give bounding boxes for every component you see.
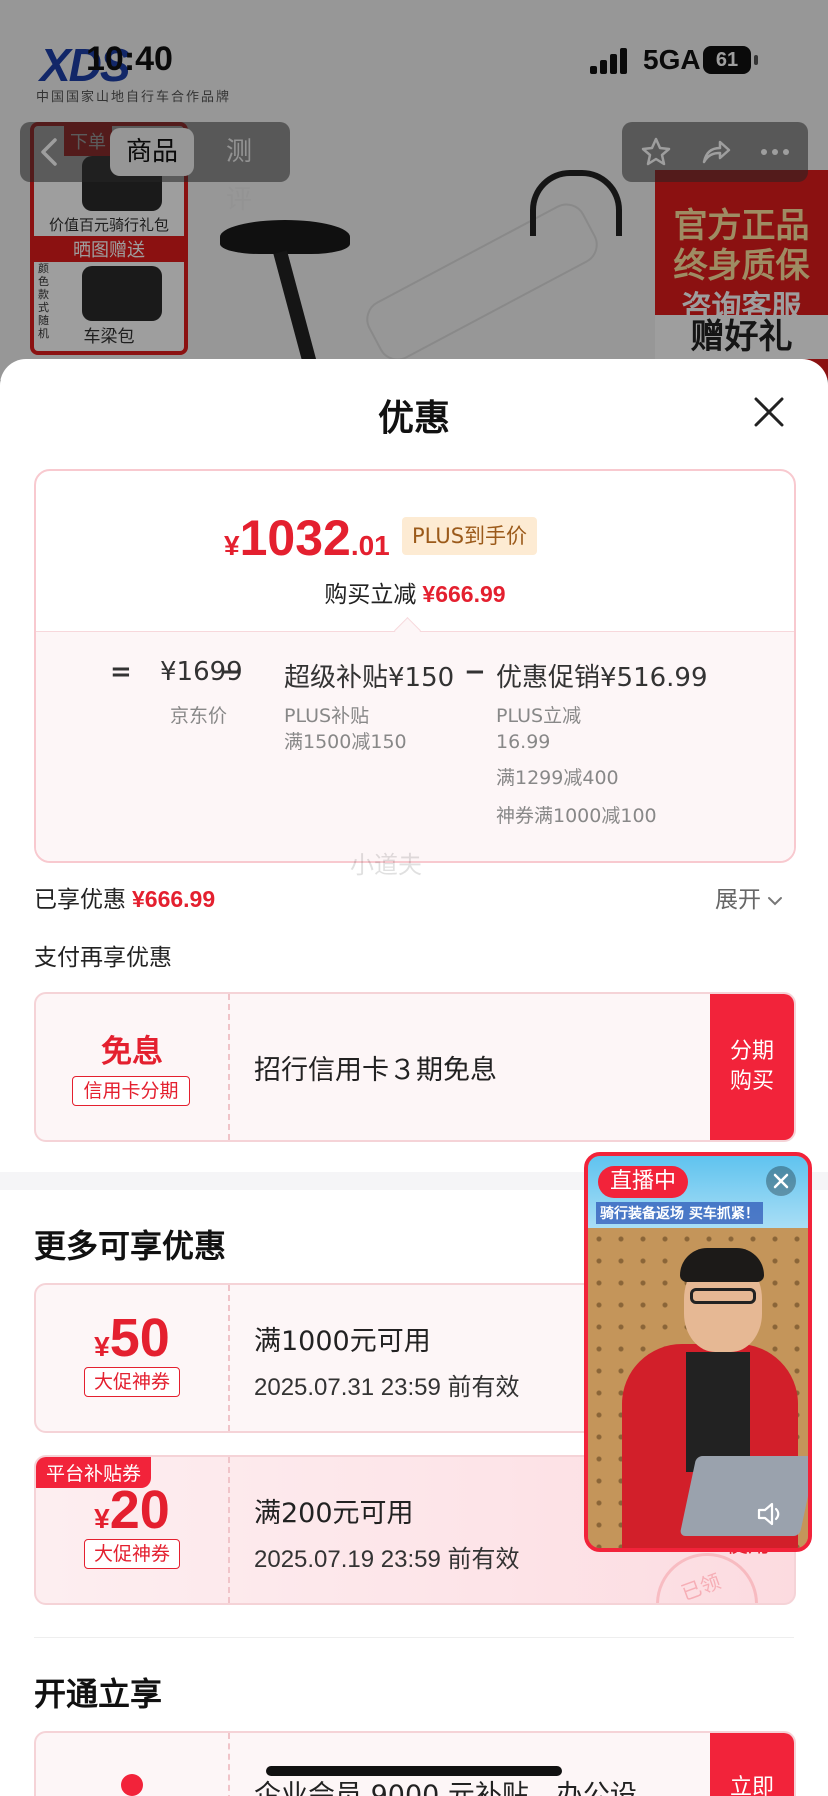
watermark-text: 小道夫 xyxy=(350,851,422,879)
pay-discount-heading: 支付再享优惠 xyxy=(34,945,172,971)
live-slogan: 骑行装备返场 买车抓紧！ xyxy=(596,1202,763,1224)
sound-icon[interactable] xyxy=(756,1501,786,1527)
subsidy-sub-1: PLUS补贴 xyxy=(284,705,370,727)
plus-price-tag: PLUS到手价 xyxy=(402,517,538,555)
promo-sub-4: 神券满1000减100 xyxy=(496,805,657,827)
coupon-expiry: 2025.07.19 23:59 前有效 xyxy=(254,1546,520,1573)
coupon-tag: 大促神券 xyxy=(84,1539,180,1569)
base-price-label: 京东价 xyxy=(170,705,228,727)
sheet-title: 优惠 xyxy=(377,398,450,439)
coupon-amount: ¥50 xyxy=(94,1308,170,1368)
laptop-image xyxy=(679,1456,808,1536)
credit-installment-tag: 信用卡分期 xyxy=(72,1076,190,1106)
installment-offer[interactable]: 免息 信用卡分期 招行信用卡３期免息 分期购买 xyxy=(34,992,796,1142)
instant-cut-amount: ¥666.99 xyxy=(422,581,506,607)
expand-button[interactable]: 展开 xyxy=(715,880,783,914)
business-member-offer[interactable]: 企业会员 9000 元补贴，办公设 立即 xyxy=(34,1731,796,1796)
close-icon[interactable] xyxy=(752,395,786,429)
instant-cut-row: 购买立减 ¥666.99 xyxy=(36,575,794,609)
business-member-desc: 企业会员 9000 元补贴，办公设 xyxy=(254,1780,637,1796)
promo-amount: 优惠促销¥516.99 xyxy=(496,663,708,693)
close-icon xyxy=(773,1173,789,1189)
final-price: ¥1032.01 xyxy=(224,510,390,566)
coupon-amount: ¥20 xyxy=(94,1480,170,1540)
coupon-condition: 满200元可用 xyxy=(254,1498,414,1529)
subsidy-amount: 超级补贴¥150 xyxy=(284,663,455,693)
enjoyed-discount-row: 已享优惠 ¥666.99 xyxy=(34,880,215,914)
coupon-expiry: 2025.07.31 23:59 前有效 xyxy=(254,1374,520,1401)
price-breakdown-card: ¥1032.01 PLUS到手价 购买立减 ¥666.99 = ¥1699 京东价… xyxy=(34,469,796,863)
discount-sheet: 优惠 ¥1032.01 PLUS到手价 购买立减 ¥666.99 = ¥1699 … xyxy=(0,359,828,1796)
promo-sub-2: 16.99 xyxy=(496,731,551,753)
home-indicator xyxy=(266,1766,562,1776)
live-badge: 直播中 xyxy=(598,1166,689,1198)
enjoyed-amount: ¥666.99 xyxy=(132,886,216,912)
coupon-condition: 满1000元可用 xyxy=(254,1326,431,1357)
platform-subsidy-badge: 平台补贴券 xyxy=(36,1457,152,1488)
calc-minus-1: − xyxy=(220,657,242,687)
chevron-down-icon xyxy=(768,896,782,905)
more-offers-heading: 更多可享优惠 xyxy=(34,1227,227,1265)
installment-buy-button[interactable]: 分期购买 xyxy=(710,994,794,1140)
subsidy-sub-2: 满1500减150 xyxy=(284,731,407,753)
live-close-button[interactable] xyxy=(766,1166,796,1196)
enjoyed-label: 已享优惠 xyxy=(34,887,126,913)
live-stream-window[interactable]: 直播中 骑行装备返场 买车抓紧！ xyxy=(584,1152,812,1552)
instant-cut-label: 购买立减 xyxy=(324,582,417,608)
expand-label: 展开 xyxy=(715,887,761,913)
calc-minus-2: − xyxy=(464,657,486,687)
interest-free-label: 免息 xyxy=(101,1034,163,1070)
promo-sub-3: 满1299减400 xyxy=(496,767,619,789)
open-benefits-heading: 开通立享 xyxy=(34,1675,163,1713)
person-icon xyxy=(121,1774,143,1796)
promo-sub-1: PLUS立减 xyxy=(496,705,582,727)
business-open-button[interactable]: 立即 xyxy=(710,1733,794,1796)
calc-equals: = xyxy=(110,657,132,687)
coupon-tag: 大促神券 xyxy=(84,1367,180,1397)
installment-desc: 招行信用卡３期免息 xyxy=(254,1055,497,1086)
